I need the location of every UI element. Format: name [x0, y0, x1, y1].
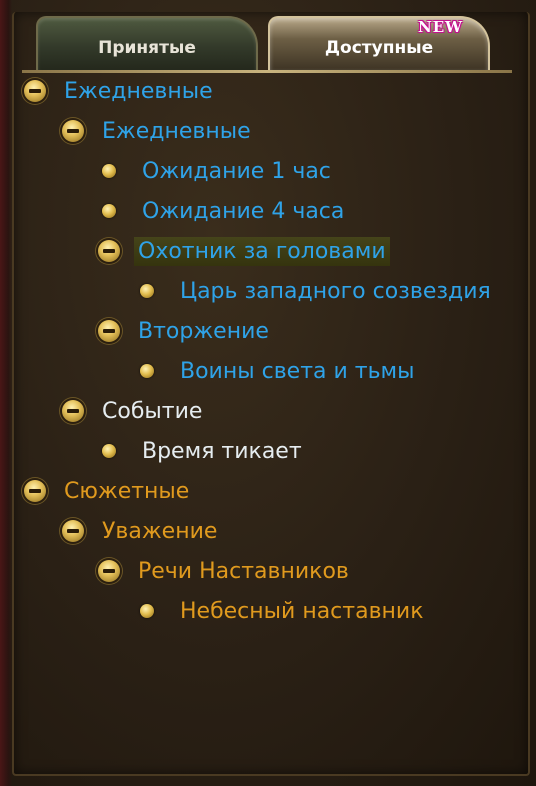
collapse-icon[interactable]: [98, 320, 120, 342]
tree-node-daily-sub[interactable]: Ежедневные: [62, 113, 255, 149]
panel-left-edge: [0, 0, 12, 786]
tree-node-respect[interactable]: Уважение: [62, 513, 221, 549]
quest-bullet-icon: [140, 364, 154, 378]
quest-item-western-king[interactable]: Царь западного созвездия: [136, 273, 495, 309]
collapse-icon[interactable]: [98, 560, 120, 582]
quest-bullet-icon: [102, 204, 116, 218]
quest-bullet-icon: [140, 284, 154, 298]
quest-item-heavenly-mentor[interactable]: Небесный наставник: [136, 593, 428, 629]
tree-node-story-root[interactable]: Сюжетные: [24, 473, 193, 509]
quest-item-label: Ожидание 4 часа: [142, 198, 345, 224]
quest-bullet-icon: [140, 604, 154, 618]
tree-node-daily-root[interactable]: Ежедневные: [24, 73, 217, 109]
new-badge: NEW: [418, 18, 463, 36]
collapse-icon[interactable]: [62, 520, 84, 542]
quest-item-label: Воины света и тьмы: [180, 358, 415, 384]
collapse-icon[interactable]: [62, 120, 84, 142]
quest-item-label: Небесный наставник: [180, 598, 424, 624]
quest-panel: Принятые Доступные NEW Ежедневные Ежедне…: [0, 0, 536, 786]
quest-item-label: Ожидание 1 час: [142, 158, 331, 184]
tree-node-event[interactable]: Событие: [62, 393, 206, 429]
tree-node-label: Охотник за головами: [134, 236, 390, 266]
tree-node-label: Событие: [102, 398, 203, 424]
tree-node-label: Уважение: [102, 518, 218, 544]
tab-accepted-label: Принятые: [98, 38, 196, 58]
tree-node-bounty-hunter[interactable]: Охотник за головами: [98, 233, 390, 269]
quest-item-label: Время тикает: [142, 438, 302, 464]
quest-item-wait-4h[interactable]: Ожидание 4 часа: [98, 193, 348, 229]
quest-bullet-icon: [102, 164, 116, 178]
collapse-icon[interactable]: [24, 480, 46, 502]
tree-node-mentors-speech[interactable]: Речи Наставников: [98, 553, 353, 589]
quest-item-time-ticks[interactable]: Время тикает: [98, 433, 306, 469]
tree-node-label: Вторжение: [138, 318, 269, 344]
quest-item-label: Царь западного созвездия: [180, 278, 491, 304]
collapse-icon[interactable]: [62, 400, 84, 422]
tree-node-invasion[interactable]: Вторжение: [98, 313, 273, 349]
tree-node-label: Ежедневные: [64, 78, 213, 104]
quest-bullet-icon: [102, 444, 116, 458]
quest-item-wait-1h[interactable]: Ожидание 1 час: [98, 153, 335, 189]
tree-node-label: Ежедневные: [102, 118, 251, 144]
tree-node-label: Сюжетные: [64, 478, 190, 504]
quest-item-warriors[interactable]: Воины света и тьмы: [136, 353, 419, 389]
collapse-icon[interactable]: [24, 80, 46, 102]
tree-node-label: Речи Наставников: [138, 558, 349, 584]
tab-accepted[interactable]: Принятые: [36, 16, 258, 70]
collapse-icon[interactable]: [98, 240, 120, 262]
tab-available-label: Доступные: [324, 38, 434, 58]
